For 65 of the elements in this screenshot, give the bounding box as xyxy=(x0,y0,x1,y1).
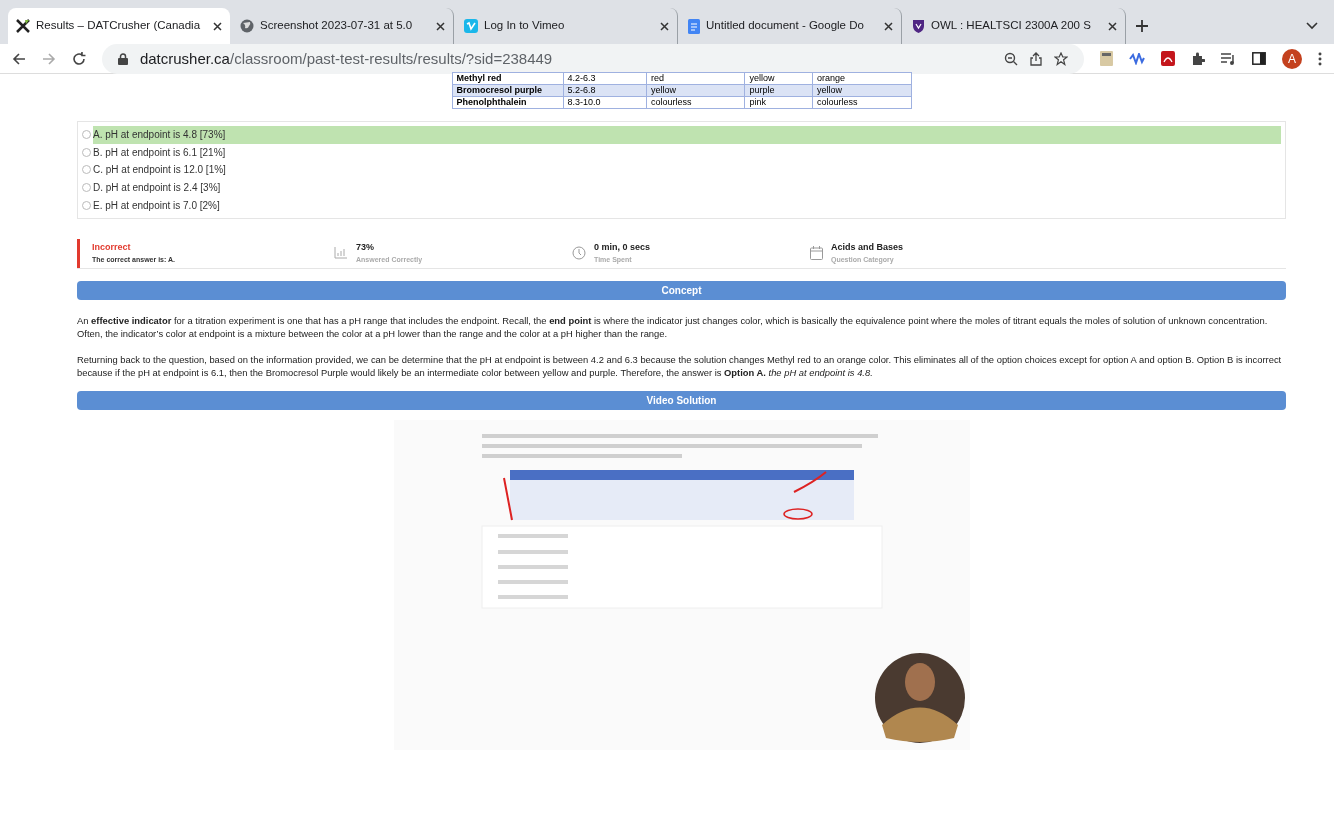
menu-icon[interactable] xyxy=(1318,51,1323,66)
table-cell: pink xyxy=(744,96,813,109)
section-header: Concept xyxy=(77,280,1286,300)
globe-icon xyxy=(240,19,254,33)
vimeo-icon xyxy=(464,19,478,33)
close-icon[interactable] xyxy=(436,21,445,31)
close-icon[interactable] xyxy=(1108,21,1117,31)
back-icon[interactable] xyxy=(12,51,26,66)
document-icon xyxy=(688,18,700,34)
paragraph: An effective indicator for a titration experiment is one that has a pH range that includes the endpoint. Recall, the end point is where the indicator just changes color, which is basically the equivalence point where the moles of titrant equals the moles of solution of unknown concentration. Often, the indicator’s color at endpoint is a mixture between the color at a pH lower than the range and the color at a pH higher than the range. xyxy=(77,313,1269,340)
browser-tab[interactable]: Results – DATCrusher (Canadia xyxy=(8,8,230,44)
clock-icon xyxy=(572,246,586,261)
option-label: D. pH at endpoint is 2.4 [3%] xyxy=(93,181,222,196)
table-cell: 4.2-6.3 xyxy=(563,72,647,85)
table-cell: Bromocresol purple xyxy=(452,84,563,97)
zoom-icon[interactable] xyxy=(1004,52,1019,66)
table-cell: yellow xyxy=(744,72,813,85)
table-cell: 8.3-10.0 xyxy=(563,96,647,109)
table-cell: purple xyxy=(744,84,813,97)
stat-value: 73% xyxy=(356,241,375,255)
puzzle-icon[interactable] xyxy=(1191,51,1206,66)
table-cell: yellow xyxy=(812,84,911,97)
option-label: B. pH at endpoint is 6.1 [21%] xyxy=(93,145,227,160)
close-icon[interactable] xyxy=(213,21,222,31)
tab-title: Untitled document - Google Do xyxy=(706,18,864,34)
url-text: datcrusher.ca/classroom/past-test-results/results/?sid=238449 xyxy=(139,48,554,69)
chevron-down-icon[interactable] xyxy=(1306,22,1318,30)
tab-title: Results – DATCrusher (Canadia xyxy=(36,18,201,34)
waveform-icon[interactable] xyxy=(1129,52,1146,65)
calculator-icon[interactable] xyxy=(1100,51,1114,66)
table-cell: orange xyxy=(812,72,911,85)
reload-icon[interactable] xyxy=(71,51,86,66)
star-icon[interactable] xyxy=(1054,52,1069,66)
tab-title: Log In to Vimeo xyxy=(484,18,565,34)
profile-avatar[interactable]: A xyxy=(1282,48,1303,69)
table-cell: 5.2-6.8 xyxy=(563,84,647,97)
tab-title: Screenshot 2023-07-31 at 5.0 xyxy=(260,18,413,34)
new-tab-icon[interactable] xyxy=(1136,20,1148,32)
table-cell: red xyxy=(646,72,745,85)
option-label: E. pH at endpoint is 7.0 [2%] xyxy=(93,198,221,213)
option-label: A. pH at endpoint is 4.8 [73%] xyxy=(93,126,1281,144)
table-cell: Phenolphthalein xyxy=(452,96,563,109)
option-label: C. pH at endpoint is 12.0 [1%] xyxy=(93,163,227,178)
stat-value: Acids and Bases xyxy=(831,241,904,255)
address-bar[interactable]: datcrusher.ca/classroom/past-test-results/results/?sid=238449 xyxy=(101,44,1085,74)
bar-chart-icon xyxy=(334,247,348,260)
lock-icon xyxy=(117,53,128,65)
stat-value: 0 min, 0 secs xyxy=(594,241,651,255)
playlist-icon[interactable] xyxy=(1221,52,1237,65)
pdf-icon[interactable] xyxy=(1161,51,1176,66)
table-cell: Methyl red xyxy=(452,72,563,85)
paragraph: Returning back to the question, based on the information provided, we can be determine that the pH at endpoint is between 4.2 and 6.3 because the solution changes Methyl red to an orange color. This eliminates all of the option choices except for option A and option B. Option B is incorrect because if the pH at endpoint is 6.1, then the Bromocresol Purple would likely be an intermediate color between yellow and purple. Therefore, the answer is Option A. the pH at endpoint is 4.8. xyxy=(77,352,1283,379)
tab-title: OWL : HEALTSCI 2300A 200 S xyxy=(931,18,1091,34)
table-cell: yellow xyxy=(646,84,745,97)
x-logo-icon xyxy=(16,19,30,33)
calendar-icon xyxy=(810,246,823,261)
section-header: Video Solution xyxy=(77,390,1286,410)
close-icon[interactable] xyxy=(884,21,893,31)
close-icon[interactable] xyxy=(660,21,669,31)
result-status: Incorrect xyxy=(92,241,132,255)
side-panel-icon[interactable] xyxy=(1252,52,1267,65)
table-cell: colourless xyxy=(812,96,911,109)
shield-icon xyxy=(912,18,925,34)
share-icon[interactable] xyxy=(1030,52,1043,66)
table-cell: colourless xyxy=(646,96,745,109)
